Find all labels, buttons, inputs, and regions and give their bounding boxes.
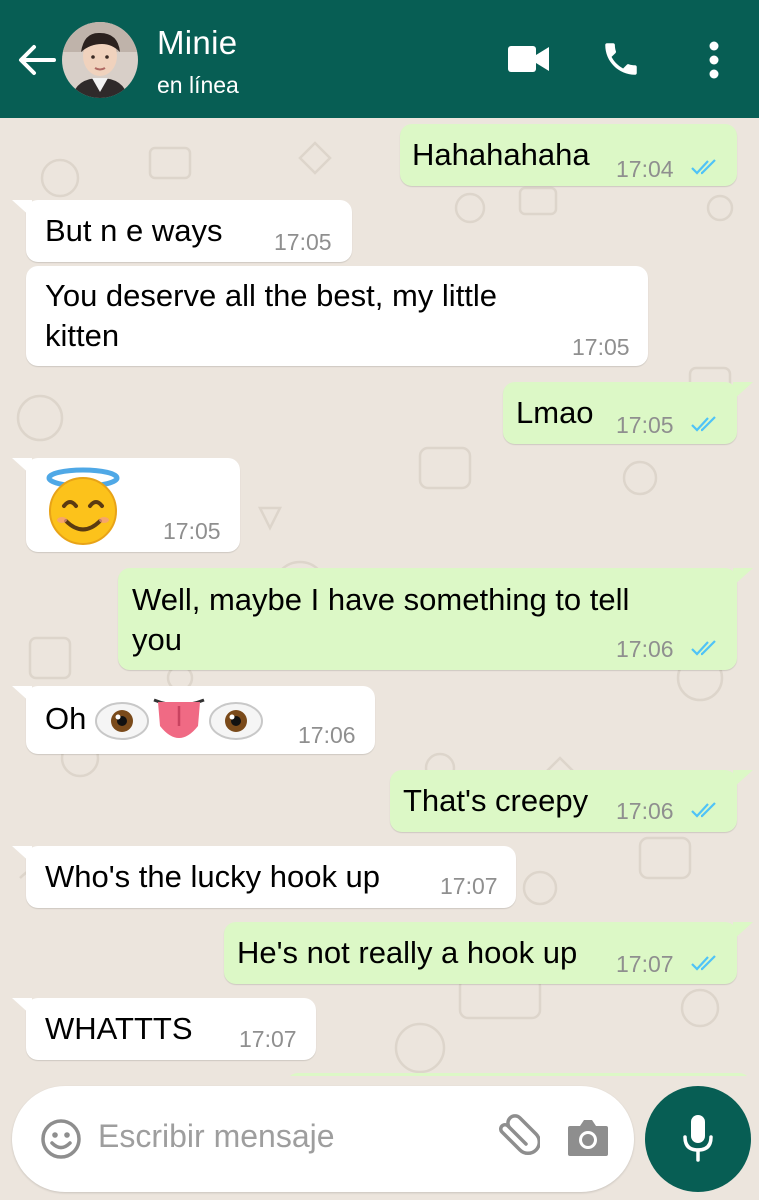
message-text-line: Well, maybe I have something to tell xyxy=(132,582,630,617)
message-time: 17:05 xyxy=(163,518,221,544)
double-check-icon xyxy=(691,955,716,971)
message-bubble-incoming[interactable]: WHATTTS 17:07 xyxy=(26,998,316,1060)
bubble-tail xyxy=(733,568,753,586)
eyes-tongue-eyes-emoji xyxy=(95,698,263,740)
bubble-tail xyxy=(12,200,32,218)
message-text-line: kitten xyxy=(45,318,120,353)
message-bubble-incoming[interactable]: Who's the lucky hook up 17:07 xyxy=(26,846,516,908)
chat-header: Minie en línea xyxy=(0,0,759,118)
message-input-placeholder[interactable]: Escribir mensaje xyxy=(98,1118,335,1155)
bubble-tail xyxy=(12,846,32,864)
message-bubble-outgoing[interactable]: He's not really a hook up 17:07 xyxy=(224,922,737,984)
microphone-icon xyxy=(683,1115,713,1162)
message-text: Lmao xyxy=(516,395,594,430)
bubble-tail xyxy=(733,770,753,788)
double-check-icon xyxy=(691,640,716,656)
message-text: Who's the lucky hook up xyxy=(45,859,381,894)
bubble-tail xyxy=(12,458,32,476)
message-time: 17:07 xyxy=(239,1026,297,1052)
message-text: That's creepy xyxy=(403,783,589,818)
message-text-line: You deserve all the best, my little xyxy=(45,278,498,313)
message-bubble-incoming[interactable]: Oh 17:06 xyxy=(26,686,375,754)
message-text-line: you xyxy=(132,622,182,657)
message-text: WHATTTS xyxy=(45,1011,193,1046)
message-bubble-outgoing[interactable]: Lmao 17:05 xyxy=(503,382,737,444)
attach-paperclip-icon[interactable] xyxy=(492,1114,540,1164)
back-arrow-icon[interactable] xyxy=(16,42,56,78)
message-bubble-outgoing-partial xyxy=(286,1073,751,1076)
message-text: Oh xyxy=(45,701,87,736)
contact-name[interactable]: Minie xyxy=(157,24,237,62)
double-check-icon xyxy=(691,416,716,432)
camera-icon[interactable] xyxy=(566,1118,610,1158)
video-call-icon[interactable] xyxy=(508,44,550,74)
message-time: 17:06 xyxy=(298,722,356,748)
message-bubble-incoming[interactable]: You deserve all the best, my little kitt… xyxy=(26,266,648,366)
message-time: 17:07 xyxy=(616,951,674,977)
chat-area[interactable]: Hahahahaha 17:04 But n e ways 17:05 You … xyxy=(0,118,759,1076)
double-check-icon xyxy=(691,802,716,818)
smiling-face-with-halo-emoji xyxy=(46,467,120,545)
bubble-tail xyxy=(733,382,753,400)
message-text: Hahahahaha xyxy=(412,137,590,172)
message-bubble-incoming[interactable]: 17:05 xyxy=(26,458,240,552)
voice-message-button[interactable] xyxy=(645,1086,751,1192)
message-time: 17:06 xyxy=(616,636,674,662)
message-bubble-outgoing[interactable]: Hahahahaha 17:04 xyxy=(400,124,737,186)
message-bubble-outgoing[interactable]: That's creepy 17:06 xyxy=(390,770,737,832)
message-time: 17:05 xyxy=(572,334,630,360)
message-time: 17:05 xyxy=(274,229,332,255)
phone-icon[interactable] xyxy=(600,38,642,80)
bubble-tail xyxy=(12,998,32,1016)
message-text: He's not really a hook up xyxy=(237,935,578,970)
emoji-icon[interactable] xyxy=(40,1118,82,1160)
message-time: 17:06 xyxy=(616,798,674,824)
message-input-bar[interactable]: Escribir mensaje xyxy=(12,1086,634,1192)
contact-status: en línea xyxy=(157,72,239,98)
bubble-tail xyxy=(733,922,753,940)
message-bubble-outgoing[interactable]: Well, maybe I have something to tell you… xyxy=(118,568,737,670)
message-time: 17:05 xyxy=(616,412,674,438)
more-options-icon[interactable] xyxy=(706,40,722,80)
message-time: 17:07 xyxy=(440,873,498,899)
message-text: But n e ways xyxy=(45,213,223,248)
avatar[interactable] xyxy=(62,22,138,98)
bubble-tail xyxy=(12,686,32,704)
double-check-icon xyxy=(691,159,716,175)
message-time: 17:04 xyxy=(616,156,674,182)
message-bubble-incoming[interactable]: But n e ways 17:05 xyxy=(26,200,352,262)
